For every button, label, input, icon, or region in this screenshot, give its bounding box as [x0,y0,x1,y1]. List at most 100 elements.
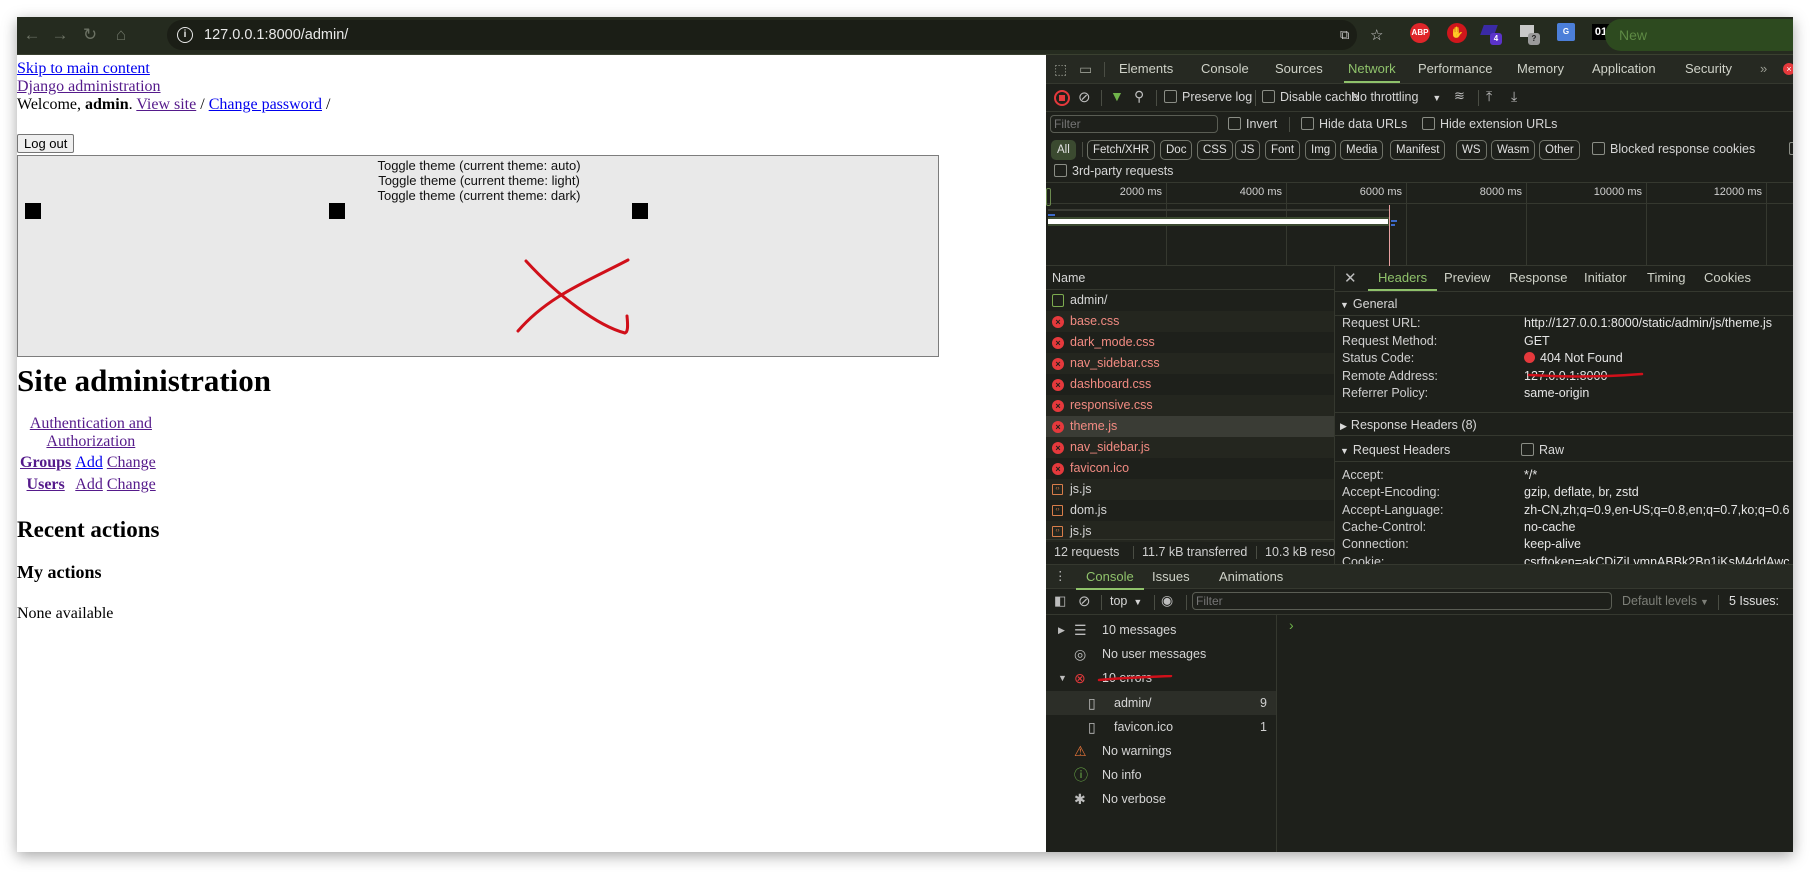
app-auth-link[interactable]: Authentication and Authorization [30,415,152,450]
model-users-link[interactable]: Users [27,476,65,493]
clear-console-icon[interactable]: ⊘ [1078,592,1091,610]
drawer-menu-icon[interactable]: ⋮ [1054,568,1067,583]
tab-preview[interactable]: Preview [1444,266,1490,289]
groups-add-link[interactable]: Add [75,454,103,471]
hide-data-urls-checkbox[interactable]: Hide data URLs [1301,117,1407,131]
tab-elements[interactable]: Elements [1119,55,1173,83]
site-name-link[interactable]: Django administration [17,78,161,95]
model-groups-link[interactable]: Groups [20,454,71,471]
record-icon[interactable] [1054,90,1070,106]
collapse-arrow-icon[interactable]: ▼ [1058,666,1067,690]
request-row[interactable]: × nav_sidebar.js [1046,437,1334,458]
theme-toggle-light[interactable]: Toggle theme (current theme: light) [18,173,940,188]
tab-cookies[interactable]: Cookies [1704,266,1751,289]
network-conditions-icon[interactable]: ≋ [1454,88,1465,104]
adblock-plus-icon[interactable]: ABP [1410,23,1430,43]
console-sidebar-item[interactable]: ◎ No user messages [1046,642,1276,666]
console-sidebar-item[interactable]: ⓘ No info [1046,763,1276,787]
skip-to-main-link[interactable]: Skip to main content [17,60,150,77]
theme-icon-auto[interactable] [25,203,41,219]
device-toolbar-icon[interactable]: ▭ [1079,61,1092,78]
request-row[interactable]: × favicon.ico [1046,458,1334,479]
invert-checkbox[interactable]: Invert [1228,117,1277,131]
logout-button[interactable]: Log out [17,134,75,153]
request-row[interactable]: × base.css [1046,311,1334,332]
response-headers-toggle[interactable]: ▶ Response Headers (8) [1334,412,1793,436]
chip-font[interactable]: Font [1265,140,1301,160]
chip-wasm[interactable]: Wasm [1491,140,1536,160]
console-prompt[interactable]: › [1289,617,1294,633]
chip-js[interactable]: JS [1235,140,1261,160]
request-row[interactable]: ‹› js.js [1046,479,1334,500]
search-icon[interactable]: ⚲ [1134,88,1144,105]
tab-timing[interactable]: Timing [1647,266,1686,289]
chip-doc[interactable]: Doc [1160,140,1193,160]
back-icon[interactable]: ← [21,25,43,45]
blocked-requests-checkbox[interactable]: B [1789,142,1793,156]
tab-response[interactable]: Response [1509,266,1568,289]
clear-icon[interactable]: ⊘ [1078,88,1091,106]
network-filter-input[interactable] [1050,115,1218,133]
expand-arrow-icon[interactable]: ▶ [1058,618,1065,642]
request-row[interactable]: × dark_mode.css [1046,332,1334,353]
console-sidebar-toggle-icon[interactable]: ◧ [1054,593,1066,609]
drawer-tab-animations[interactable]: Animations [1219,565,1283,588]
import-har-icon[interactable]: ⤒ [1486,88,1492,105]
export-har-icon[interactable]: ⤓ [1511,88,1517,105]
tab-memory[interactable]: Memory [1517,55,1564,83]
inspect-element-icon[interactable]: ⬚ [1054,61,1067,78]
filter-funnel-icon[interactable]: ▼ [1110,88,1124,104]
theme-icon-dark[interactable] [632,203,648,219]
disable-cache-checkbox[interactable]: Disable cache [1262,90,1359,104]
console-filter-input[interactable] [1192,592,1612,610]
chip-other[interactable]: Other [1539,140,1580,160]
address-bar[interactable]: i 127.0.0.1:8000/admin/ ⧉ ☆ [167,20,1383,50]
url-text[interactable]: 127.0.0.1:8000/admin/ [204,27,348,43]
context-select[interactable]: top ▼ [1110,594,1142,608]
request-row[interactable]: × nav_sidebar.css [1046,353,1334,374]
tab-security[interactable]: Security [1685,55,1732,83]
drawer-tab-issues[interactable]: Issues [1152,565,1190,588]
console-sidebar-item[interactable]: ⚠ No warnings [1046,739,1276,763]
request-headers-toggle[interactable]: ▼ Request Headers Raw [1334,438,1793,462]
tab-sources[interactable]: Sources [1275,55,1323,83]
extension-badge-4-icon[interactable]: 4 [1480,23,1502,45]
timeline-handle-left[interactable] [1046,188,1051,206]
timeline-overview[interactable]: 2000 ms 4000 ms 6000 ms 8000 ms 10000 ms 1200… [1046,183,1793,266]
console-sidebar-item[interactable]: ▶ ☰ 10 messages [1046,618,1276,642]
error-count-icon[interactable]: × [1783,63,1793,75]
google-translate-icon[interactable]: G [1557,23,1575,41]
close-details-icon[interactable]: ✕ [1344,269,1357,287]
theme-toggle-dark[interactable]: Toggle theme (current theme: dark) [18,188,940,203]
raw-checkbox[interactable]: Raw [1521,438,1564,462]
console-sidebar-item[interactable]: ▯ admin/9 [1046,690,1276,715]
reload-icon[interactable]: ↻ [79,25,101,45]
chip-media[interactable]: Media [1340,140,1384,160]
blocked-cookies-checkbox[interactable]: Blocked response cookies [1592,142,1755,156]
extension-badge-question-icon[interactable]: ? [1520,23,1540,45]
request-row[interactable]: × theme.js [1046,416,1334,437]
issues-count-button[interactable]: 5 Issues: [1729,594,1779,608]
chip-fetch-xhr[interactable]: Fetch/XHR [1087,140,1156,160]
tab-console[interactable]: Console [1201,55,1249,83]
preserve-log-checkbox[interactable]: Preserve log [1164,90,1252,104]
tab-headers[interactable]: Headers [1368,266,1438,291]
view-site-link[interactable]: View site [136,96,196,113]
general-section-toggle[interactable]: ▼ General [1334,292,1793,316]
log-levels-select[interactable]: Default levels ▼ [1622,594,1709,608]
console-sidebar-item[interactable]: ▯ favicon.ico 1 [1046,715,1276,739]
request-row[interactable]: admin/ [1046,290,1334,311]
groups-change-link[interactable]: Change [107,454,156,471]
request-row[interactable]: × responsive.css [1046,395,1334,416]
hide-extension-urls-checkbox[interactable]: Hide extension URLs [1422,117,1557,131]
site-info-icon[interactable]: i [177,27,193,43]
new-chrome-chip[interactable]: New [1605,19,1793,51]
chip-img[interactable]: Img [1305,140,1337,160]
bookmark-star-icon[interactable]: ☆ [1370,26,1383,44]
users-add-link[interactable]: Add [75,476,103,493]
chip-manifest[interactable]: Manifest [1390,140,1446,160]
tab-initiator[interactable]: Initiator [1584,266,1627,289]
live-expression-eye-icon[interactable]: ◉ [1161,592,1173,609]
chip-ws[interactable]: WS [1456,140,1487,160]
drawer-tab-console[interactable]: Console [1076,565,1144,590]
